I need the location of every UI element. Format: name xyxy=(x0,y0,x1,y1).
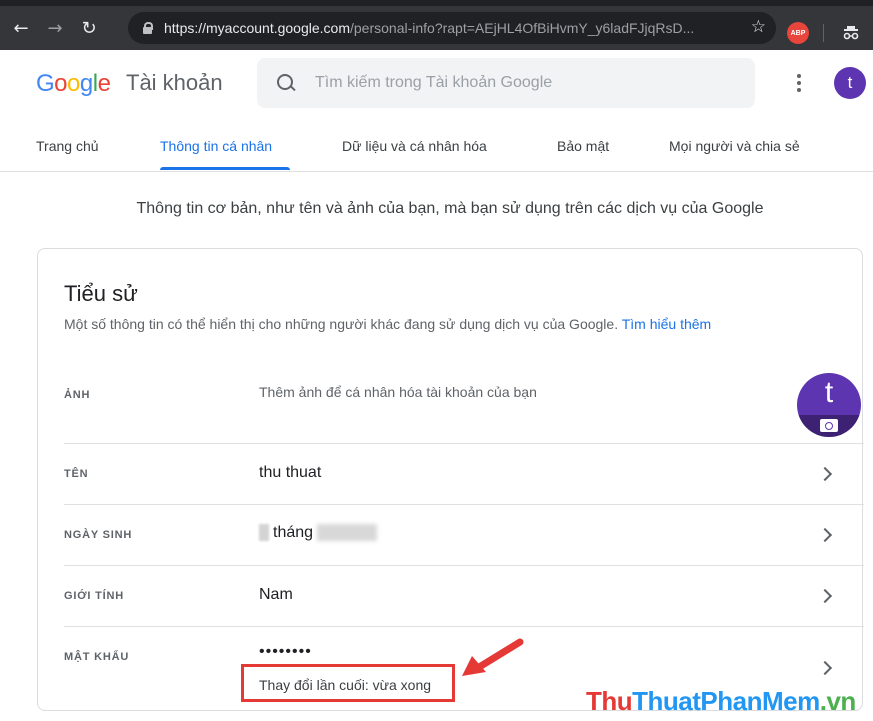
incognito-glyph xyxy=(843,26,859,40)
lock-icon xyxy=(140,21,154,35)
red-arrow-icon xyxy=(462,638,524,676)
chevron-right-icon xyxy=(817,466,833,482)
logo-letter: o xyxy=(67,70,80,97)
redacted-day xyxy=(259,524,269,542)
photo-label: ẢNH xyxy=(64,389,91,401)
gender-row[interactable]: GIỚI TÍNH Nam xyxy=(64,566,864,627)
tab-security[interactable]: Bảo mật xyxy=(557,138,609,154)
google-logo[interactable]: Google xyxy=(36,70,111,98)
watermark-logo: ThuThuatPhanMem.vn xyxy=(586,686,856,717)
learn-more-link[interactable]: Tìm hiểu thêm xyxy=(622,316,711,332)
logo-letter: G xyxy=(36,70,55,97)
url-host: https://myaccount.google.com xyxy=(164,20,350,36)
birthday-month-word: tháng xyxy=(273,524,314,541)
logo-letter: g xyxy=(79,70,93,97)
more-options-icon[interactable] xyxy=(789,72,809,94)
password-value: •••••••• xyxy=(259,643,312,660)
profile-photo[interactable]: t xyxy=(797,373,861,437)
search-icon[interactable] xyxy=(277,74,295,92)
name-row[interactable]: TÊN thu thuat xyxy=(64,444,864,505)
browser-toolbar: ← → ↻ https://myaccount.google.com/perso… xyxy=(0,6,873,50)
gender-label: GIỚI TÍNH xyxy=(64,590,124,602)
forward-icon[interactable]: → xyxy=(42,15,68,41)
name-value: thu thuat xyxy=(259,464,322,481)
adblock-extension-icon[interactable]: ABP xyxy=(787,22,809,44)
chevron-right-icon xyxy=(817,588,833,604)
incognito-icon[interactable] xyxy=(840,22,862,44)
bookmark-star-icon[interactable]: ☆ xyxy=(751,17,766,37)
toolbar-divider xyxy=(823,24,824,42)
active-tab-indicator xyxy=(160,167,290,170)
card-subtitle: Một số thông tin có thể hiển thị cho nhữ… xyxy=(64,316,711,332)
browser-chrome: ← → ↻ https://myaccount.google.com/perso… xyxy=(0,0,873,56)
chevron-right-icon xyxy=(817,527,833,543)
tab-people-sharing[interactable]: Mọi người và chia sẻ xyxy=(669,138,800,154)
redacted-year xyxy=(317,524,378,542)
tab-data-personalization[interactable]: Dữ liệu và cá nhân hóa xyxy=(342,138,487,154)
card-title: Tiểu sử xyxy=(64,281,138,306)
profile-photo-letter: t xyxy=(824,376,834,409)
nav-tabs: Trang chủ Thông tin cá nhân Dữ liệu và c… xyxy=(0,126,873,172)
password-label: MẬT KHẨU xyxy=(64,651,130,663)
logo-letter: e xyxy=(97,70,111,97)
tab-home[interactable]: Trang chủ xyxy=(36,138,99,154)
photo-row[interactable]: ẢNH Thêm ảnh để cá nhân hóa tài khoản củ… xyxy=(64,359,864,444)
birthday-row[interactable]: NGÀY SINH tháng xyxy=(64,505,864,566)
watermark-part3: .vn xyxy=(819,686,857,716)
address-bar[interactable]: https://myaccount.google.com/personal-in… xyxy=(128,12,776,44)
birthday-value: tháng xyxy=(259,524,378,542)
account-title: Tài khoản xyxy=(126,70,223,95)
reload-icon[interactable]: ↻ xyxy=(76,15,102,41)
chevron-right-icon xyxy=(817,660,833,676)
profile-card: Tiểu sử Một số thông tin có thể hiển thị… xyxy=(37,248,864,711)
back-icon[interactable]: ← xyxy=(8,15,34,41)
logo-letter: o xyxy=(54,70,68,97)
watermark-part1: Thu xyxy=(586,686,633,716)
photo-hint: Thêm ảnh để cá nhân hóa tài khoản của bạ… xyxy=(259,384,537,400)
password-last-changed: Thay đổi lần cuối: vừa xong xyxy=(259,677,432,693)
search-box[interactable] xyxy=(257,58,755,108)
tab-personal-info[interactable]: Thông tin cá nhân xyxy=(160,138,272,154)
camera-icon xyxy=(820,419,838,432)
url-text: https://myaccount.google.com/personal-in… xyxy=(164,20,734,36)
search-input[interactable] xyxy=(315,74,735,92)
name-label: TÊN xyxy=(64,468,89,480)
gender-value: Nam xyxy=(259,586,293,603)
url-path: /personal-info?rapt=AEjHL4OfBiHvmY_y6lad… xyxy=(350,20,695,36)
page-description: Thông tin cơ bản, như tên và ảnh của bạn… xyxy=(136,200,764,217)
account-avatar[interactable]: t xyxy=(834,67,866,99)
birthday-label: NGÀY SINH xyxy=(64,529,133,541)
watermark-part2: ThuatPhanMem xyxy=(632,686,820,716)
card-subtitle-text: Một số thông tin có thể hiển thị cho nhữ… xyxy=(64,316,619,332)
